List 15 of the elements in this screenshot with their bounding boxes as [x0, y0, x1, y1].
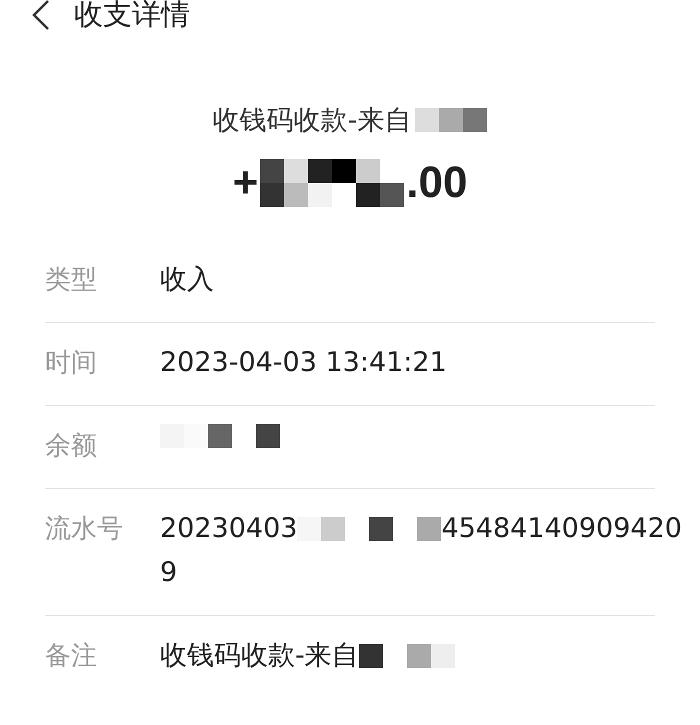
- serial-number-end: 45484140909420: [441, 512, 682, 546]
- serial-number-end: 9: [160, 556, 178, 590]
- field-value: 2023-04-03 13:41:21: [160, 346, 447, 380]
- field-label: 余额: [45, 430, 98, 463]
- amount-sign: +: [232, 158, 258, 208]
- back-icon[interactable]: [32, 0, 50, 31]
- serial-number-start: 20230403: [160, 512, 298, 546]
- field-label: 类型: [45, 264, 98, 297]
- transaction-title: 收钱码收款-来自: [212, 104, 412, 138]
- field-label: 流水号: [45, 513, 124, 546]
- amount-decimals: .00: [406, 158, 468, 208]
- field-label: 备注: [45, 640, 98, 673]
- field-value: 收入: [160, 263, 214, 297]
- field-value: 收钱码收款-来自: [160, 639, 359, 673]
- field-label: 时间: [45, 347, 98, 380]
